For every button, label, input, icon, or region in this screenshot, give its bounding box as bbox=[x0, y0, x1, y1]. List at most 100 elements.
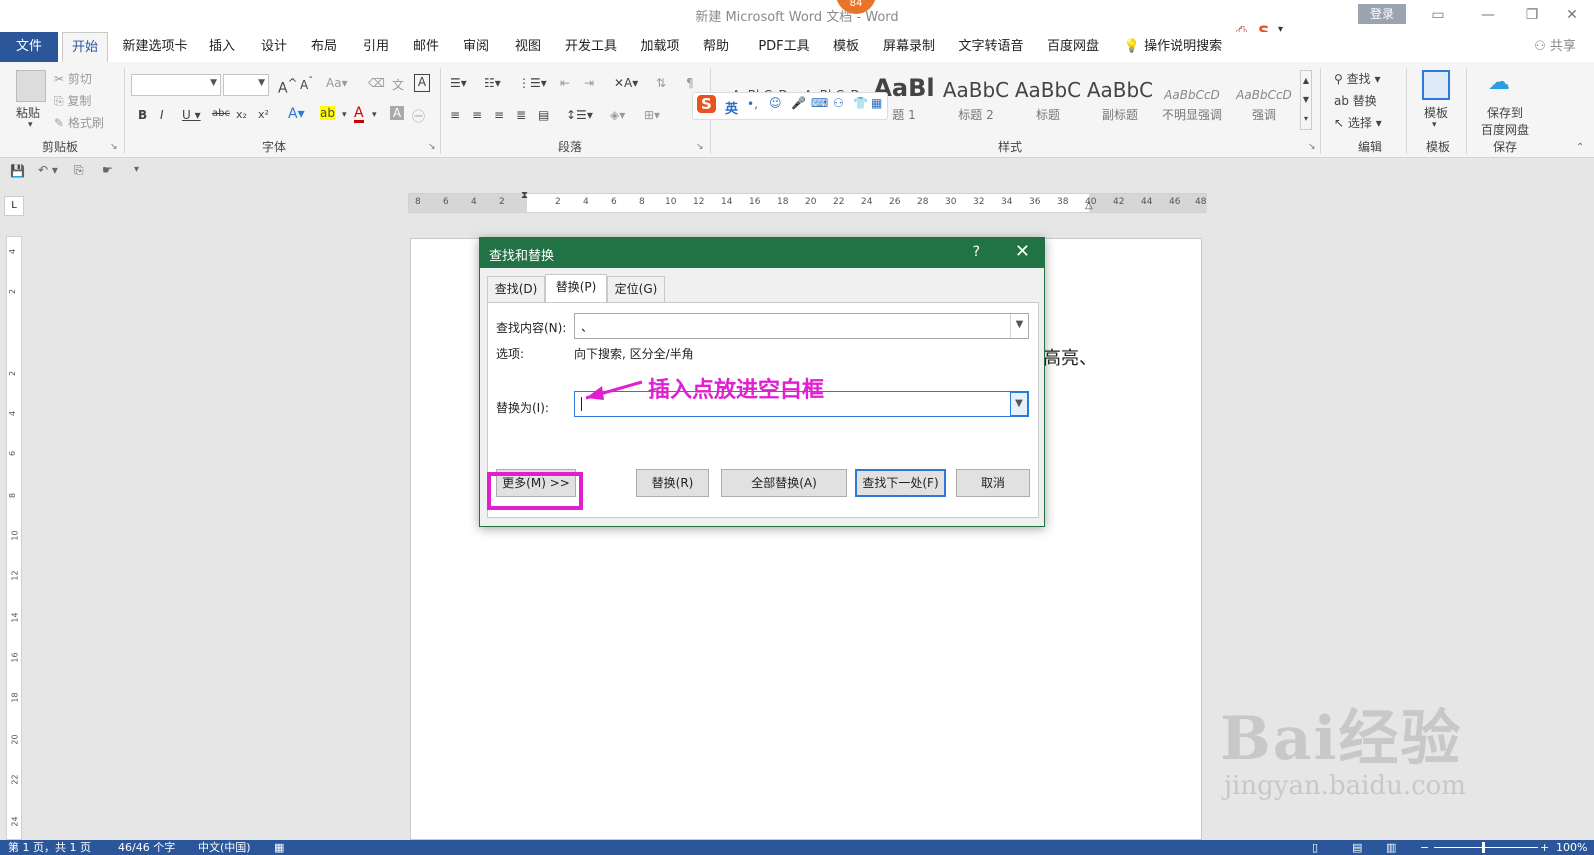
horizontal-ruler[interactable]: 8 6 4 2 2 4 6 8 10 12 14 16 18 20 22 24 … bbox=[408, 190, 1207, 213]
keyboard-icon[interactable]: ⌨ bbox=[811, 96, 828, 110]
baidu-cloud-icon[interactable]: ☁ bbox=[1488, 70, 1510, 95]
find-what-input[interactable]: 、 ▼ bbox=[574, 313, 1029, 339]
justify-icon[interactable]: ≣ bbox=[516, 108, 526, 122]
zoom-slider[interactable] bbox=[1434, 847, 1538, 848]
replace-button[interactable]: ab 替换 bbox=[1334, 92, 1377, 109]
zoom-slider-thumb[interactable] bbox=[1482, 842, 1485, 853]
find-next-button[interactable]: 查找下一处(F) bbox=[855, 469, 946, 497]
phonetic-guide-icon[interactable]: 文 bbox=[392, 76, 404, 93]
tab-review[interactable]: 审阅 bbox=[456, 32, 496, 62]
tab-view[interactable]: 视图 bbox=[508, 32, 548, 62]
document-visible-text[interactable]: 高亮、 bbox=[1043, 344, 1097, 370]
undo-icon[interactable]: ↶ ▾ bbox=[38, 163, 58, 177]
tab-replace[interactable]: 替换(P) bbox=[545, 274, 607, 303]
tab-file[interactable]: 文件 bbox=[0, 32, 58, 62]
italic-icon[interactable]: I bbox=[160, 108, 164, 122]
read-mode-icon[interactable]: ▯ bbox=[1312, 840, 1318, 855]
character-shading-icon[interactable]: A bbox=[390, 106, 404, 120]
customize-qat-icon[interactable]: ▾ bbox=[134, 164, 139, 175]
font-color-icon[interactable]: A bbox=[354, 106, 364, 123]
tab-insert[interactable]: 插入 bbox=[202, 32, 242, 62]
select-button[interactable]: ↖ 选择 ▾ bbox=[1334, 114, 1382, 131]
vertical-ruler[interactable]: 4 2 2 4 6 8 10 12 14 16 18 20 22 24 bbox=[6, 236, 22, 840]
language-indicator[interactable]: 中文(中国) bbox=[198, 840, 251, 855]
paragraph-launcher-icon[interactable]: ↘ bbox=[696, 142, 704, 152]
numbering-icon[interactable]: ☷▾ bbox=[484, 76, 501, 90]
distributed-icon[interactable]: ▤ bbox=[538, 108, 549, 122]
user-icon[interactable]: ⚇ bbox=[833, 96, 844, 110]
borders-icon[interactable]: ⊞▾ bbox=[644, 108, 660, 122]
tab-pdf-tools[interactable]: PDF工具 bbox=[750, 32, 818, 62]
character-border-icon[interactable]: A bbox=[414, 74, 430, 92]
replace-button[interactable]: 替换(R) bbox=[636, 469, 709, 497]
toolbox-icon[interactable]: ▦ bbox=[871, 96, 882, 110]
touch-mode-icon[interactable]: ☛ bbox=[102, 163, 113, 177]
style-heading-2[interactable]: AaBbC 标题 2 bbox=[942, 70, 1010, 128]
find-button[interactable]: ⚲ 查找 ▾ bbox=[1334, 70, 1380, 87]
tab-new-tab[interactable]: 新建选项卡 bbox=[116, 32, 194, 62]
redo-icon[interactable]: ⎘ bbox=[74, 163, 84, 178]
ime-mode-toggle[interactable]: 英 bbox=[725, 98, 738, 117]
superscript-icon[interactable]: x² bbox=[258, 108, 269, 121]
format-painter-button[interactable]: ✎ 格式刷 bbox=[54, 114, 104, 131]
cut-button[interactable]: ✂ 剪切 bbox=[54, 70, 92, 87]
skin-icon[interactable]: 👕 bbox=[853, 96, 868, 110]
tab-mailings[interactable]: 邮件 bbox=[406, 32, 446, 62]
collapse-ribbon-icon[interactable]: ⌃ bbox=[1576, 142, 1584, 153]
restore-icon[interactable]: ❐ bbox=[1512, 4, 1552, 26]
zoom-level[interactable]: 100% bbox=[1556, 840, 1587, 855]
line-spacing-icon[interactable]: ↕☰▾ bbox=[566, 108, 593, 122]
bold-icon[interactable]: B bbox=[138, 108, 147, 122]
word-count[interactable]: 46/46 个字 bbox=[118, 840, 175, 855]
right-indent-marker-icon[interactable]: △ bbox=[1085, 200, 1093, 211]
print-layout-icon[interactable]: ▤ bbox=[1352, 840, 1362, 855]
tab-template[interactable]: 模板 bbox=[826, 32, 866, 62]
save-to-baidu-button[interactable]: 保存到 百度网盘 bbox=[1478, 104, 1532, 138]
dialog-title-bar[interactable]: 查找和替换 ? ✕ bbox=[480, 238, 1044, 268]
paste-dropdown-icon[interactable]: ▾ bbox=[28, 120, 33, 130]
zoom-in-icon[interactable]: + bbox=[1540, 840, 1549, 855]
tab-goto[interactable]: 定位(G) bbox=[607, 276, 665, 302]
decrease-indent-icon[interactable]: ⇤ bbox=[560, 76, 570, 90]
tab-addins[interactable]: 加载项 bbox=[634, 32, 686, 62]
align-center-icon[interactable]: ≡ bbox=[472, 108, 482, 122]
template-icon[interactable] bbox=[1422, 70, 1450, 100]
ribbon-display-icon[interactable]: ▭ bbox=[1418, 4, 1458, 26]
tab-layout[interactable]: 布局 bbox=[304, 32, 344, 62]
tab-screen-record[interactable]: 屏幕录制 bbox=[876, 32, 942, 62]
copy-button[interactable]: ⎘ 复制 bbox=[54, 92, 91, 109]
multilevel-list-icon[interactable]: ⋮☰▾ bbox=[518, 76, 547, 90]
text-effects-icon[interactable]: A▾ bbox=[288, 106, 305, 122]
macro-icon[interactable]: ▦ bbox=[274, 840, 284, 855]
style-subtle-emphasis[interactable]: AaBbCcD 不明显强调 bbox=[1158, 70, 1226, 128]
align-left-icon[interactable]: ≡ bbox=[450, 108, 460, 122]
zoom-out-icon[interactable]: − bbox=[1420, 840, 1429, 855]
replace-all-button[interactable]: 全部替换(A) bbox=[721, 469, 847, 497]
change-case-icon[interactable]: Aa▾ bbox=[326, 76, 348, 90]
punctuation-icon[interactable]: •, bbox=[747, 97, 758, 111]
indent-marker-icon[interactable]: ⧗ bbox=[521, 190, 528, 201]
template-button[interactable]: 模板 bbox=[1424, 104, 1448, 121]
style-emphasis[interactable]: AaBbCcD 强调 bbox=[1230, 70, 1298, 128]
template-dropdown-icon[interactable]: ▾ bbox=[1432, 120, 1437, 130]
tab-help[interactable]: 帮助 bbox=[696, 32, 736, 62]
increase-indent-icon[interactable]: ⇥ bbox=[584, 76, 594, 90]
shrink-font-icon[interactable]: Aˇ bbox=[300, 76, 313, 92]
enclose-characters-icon[interactable]: ㊀ bbox=[412, 106, 425, 125]
font-size-combo[interactable]: ▼ bbox=[223, 74, 269, 96]
tab-home[interactable]: 开始 bbox=[62, 32, 108, 62]
font-name-combo[interactable]: ▼ bbox=[131, 74, 221, 96]
tab-baidu-netdisk[interactable]: 百度网盘 bbox=[1040, 32, 1106, 62]
microphone-icon[interactable]: 🎤 bbox=[791, 96, 806, 110]
help-icon[interactable]: ? bbox=[973, 244, 980, 260]
tell-me-search[interactable]: 💡 操作说明搜索 bbox=[1118, 32, 1228, 62]
chevron-down-icon[interactable]: ▼ bbox=[1010, 314, 1028, 338]
show-marks-icon[interactable]: ¶ bbox=[686, 76, 694, 90]
tab-selector-icon[interactable]: L bbox=[4, 196, 24, 216]
clear-format-icon[interactable]: ⌫ bbox=[368, 76, 385, 90]
chinese-layout-icon[interactable]: ✕A▾ bbox=[614, 76, 638, 90]
tab-design[interactable]: 设计 bbox=[254, 32, 294, 62]
style-subtitle[interactable]: AaBbC 副标题 bbox=[1086, 70, 1154, 128]
highlight-color-icon[interactable]: ab bbox=[320, 106, 335, 120]
tab-find[interactable]: 查找(D) bbox=[487, 276, 545, 302]
